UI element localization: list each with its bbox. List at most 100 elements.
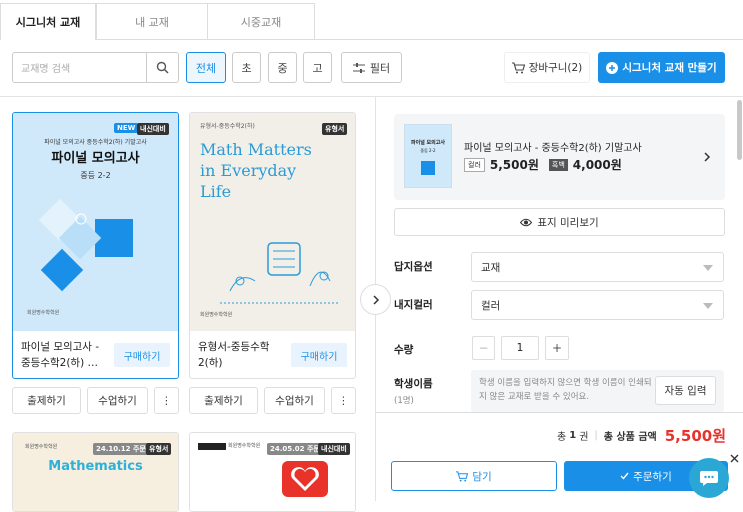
auto-fill-button[interactable]: 자동 입력 (655, 376, 716, 405)
tab-market-books[interactable]: 시중교재 (207, 3, 315, 40)
page-color-value: 컬러 (481, 299, 501, 312)
type-badge: 유형서 (146, 443, 172, 455)
tab-label: 시그니처 교재 (15, 16, 81, 29)
type-badge: 내신대비 (318, 443, 350, 455)
order-summary: 총 1 권 | 총 상품 금액 5,500원 (557, 427, 726, 445)
type-badge: 내신대비 (137, 123, 169, 135)
tab-signature[interactable]: 시그니처 교재 (0, 3, 96, 40)
order-date-badge: 24.05.02 주문 (267, 443, 323, 455)
student-name-input[interactable]: 학생 이름을 입력하지 않으면 학생 이름이 인쇄되지 않은 교재로 받을 수 … (471, 370, 724, 412)
cover-preview-button[interactable]: 표지 미리보기 (394, 208, 725, 236)
search-button[interactable] (146, 53, 178, 82)
search-placeholder: 교재명 검색 (21, 64, 71, 75)
answer-option-select[interactable]: 교재 (471, 252, 724, 282)
book-count: 1 (569, 430, 577, 441)
tab-underline (96, 39, 743, 40)
class-button[interactable]: 수업하기 (87, 387, 148, 414)
book-detail-panel: 파이널 모의고사 중등 2-2 파이널 모의고사 - 중등수학2(하) 기말고사… (376, 97, 743, 501)
tab-label: 내 교재 (135, 16, 169, 29)
thumb-shape (421, 161, 435, 175)
cart-icon (511, 61, 525, 73)
buy-button[interactable]: 구매하기 (114, 343, 170, 367)
panel-scrollbar[interactable] (737, 100, 742, 160)
bw-tag: 흑백 (548, 158, 568, 171)
total-price: 5,500원 (664, 427, 726, 445)
cover-title-line: Life (200, 182, 232, 201)
chevron-down-icon (703, 265, 713, 271)
cover-title-line: Math Matters (200, 140, 312, 159)
filter-label: 필터 (369, 61, 391, 75)
exam-button[interactable]: 출제하기 (189, 387, 258, 414)
tab-my-books[interactable]: 내 교재 (96, 3, 208, 40)
cover-title: 파이널 모의고사 (51, 151, 140, 166)
order-date-badge: 24.10.12 주문 (93, 443, 149, 455)
cover-publisher: 회원명수학학원 (25, 444, 58, 450)
class-button[interactable]: 수업하기 (264, 387, 325, 414)
create-label: 시그니처 교재 만들기 (622, 62, 717, 74)
order-label: 주문하기 (633, 470, 672, 483)
exam-button[interactable]: 출제하기 (12, 387, 81, 414)
quantity-decrease-button[interactable]: − (472, 336, 495, 360)
chat-button[interactable] (689, 458, 729, 498)
book-title: 파이널 모의고사 - 중등수학2(하) … (21, 341, 100, 369)
selected-product[interactable]: 파이널 모의고사 중등 2-2 파이널 모의고사 - 중등수학2(하) 기말고사… (394, 114, 725, 200)
book-cover: 회원명수학학원 24.10.12 주문 유형서 Mathematics (13, 433, 178, 511)
add-to-cart-button[interactable]: 담기 (391, 461, 557, 491)
answer-option-label: 답지옵션 (394, 261, 433, 273)
cart-label: 장바구니(2) (528, 62, 583, 74)
filter-middle-button[interactable]: 중 (268, 52, 297, 83)
filter-elementary-button[interactable]: 초 (232, 52, 261, 83)
thumb-subtitle: 중등 2-2 (420, 148, 436, 153)
toolbar: 교재명 검색 전체 초 중 고 필터 장바구니(2) 시그니처 교재 만들기 (0, 52, 743, 84)
quantity-input[interactable]: 1 (501, 336, 539, 360)
add-label: 담기 (472, 470, 492, 483)
student-name-label: 학생이름 (394, 378, 433, 390)
filter-all-button[interactable]: 전체 (186, 52, 226, 83)
book-info: 유형서-중등수학2(하) 구매하기 (190, 331, 355, 378)
active-tab-gap (1, 39, 95, 41)
book-card[interactable]: 유형서 유형서-중등수학2(하) Math Matters in Everyda… (189, 112, 356, 379)
product-name: 파이널 모의고사 - 중등수학2(하) 기말고사 (464, 143, 642, 154)
cover-title-line: in Everyday (200, 161, 297, 180)
book-info: 파이널 모의고사 - 중등수학2(하) … 구매하기 (13, 331, 178, 378)
chevron-down-icon (703, 303, 713, 309)
count-unit: 권 (579, 432, 589, 443)
search-icon (156, 61, 169, 74)
answer-option-value: 교재 (481, 261, 501, 274)
buy-button[interactable]: 구매하기 (291, 343, 347, 367)
filter-high-button[interactable]: 고 (303, 52, 332, 83)
student-name-hint: 학생 이름을 입력하지 않으면 학생 이름이 인쇄되지 않은 교재로 받을 수 … (479, 378, 652, 402)
thumb-title: 파이널 모의고사 (411, 140, 445, 146)
more-button[interactable]: ⋮ (154, 387, 179, 414)
bw-price: 4,000원 (572, 158, 622, 172)
book-card[interactable]: 회원명수학학원 24.05.02 주문 내신대비 (189, 432, 356, 512)
cover-illustration (220, 242, 340, 304)
plus-circle-icon (606, 61, 619, 74)
cover-publisher: 회원명수학학원 (200, 312, 233, 318)
cover-graphic (38, 198, 133, 292)
cart-button[interactable]: 장바구니(2) (504, 52, 590, 83)
book-card[interactable]: 회원명수학학원 24.10.12 주문 유형서 Mathematics (12, 432, 179, 512)
type-badge: 유형서 (322, 123, 348, 135)
search-input[interactable]: 교재명 검색 (12, 52, 179, 83)
color-tag: 컬러 (464, 157, 485, 172)
color-price: 5,500원 (489, 158, 539, 172)
total-label: 총 상품 금액 (603, 432, 657, 443)
chat-icon (700, 471, 718, 486)
cover-logo (198, 443, 226, 450)
cover-publisher: 회원명수학학원 (27, 310, 60, 316)
close-chat-button[interactable] (728, 452, 740, 464)
filter-button[interactable]: 필터 (341, 52, 402, 83)
cover-header: 유형서-중등수학2(하) (200, 123, 255, 130)
sliders-icon (352, 62, 365, 73)
quantity-increase-button[interactable]: + (545, 336, 569, 360)
more-button[interactable]: ⋮ (331, 387, 356, 414)
preview-label: 표지 미리보기 (537, 216, 599, 229)
book-card[interactable]: NEW 내신대비 파이널 모의고사 중등수학2(하) 기말고사 파이널 모의고사… (12, 112, 179, 379)
cover-subtitle: 중등 2-2 (80, 171, 111, 180)
page-color-select[interactable]: 컬러 (471, 290, 724, 320)
book-cover: 유형서 유형서-중등수학2(하) Math Matters in Everyda… (190, 113, 355, 331)
product-prices: 컬러 5,500원 흑백 4,000원 (464, 156, 622, 173)
create-signature-book-button[interactable]: 시그니처 교재 만들기 (598, 52, 725, 83)
tab-label: 시중교재 (240, 16, 282, 29)
